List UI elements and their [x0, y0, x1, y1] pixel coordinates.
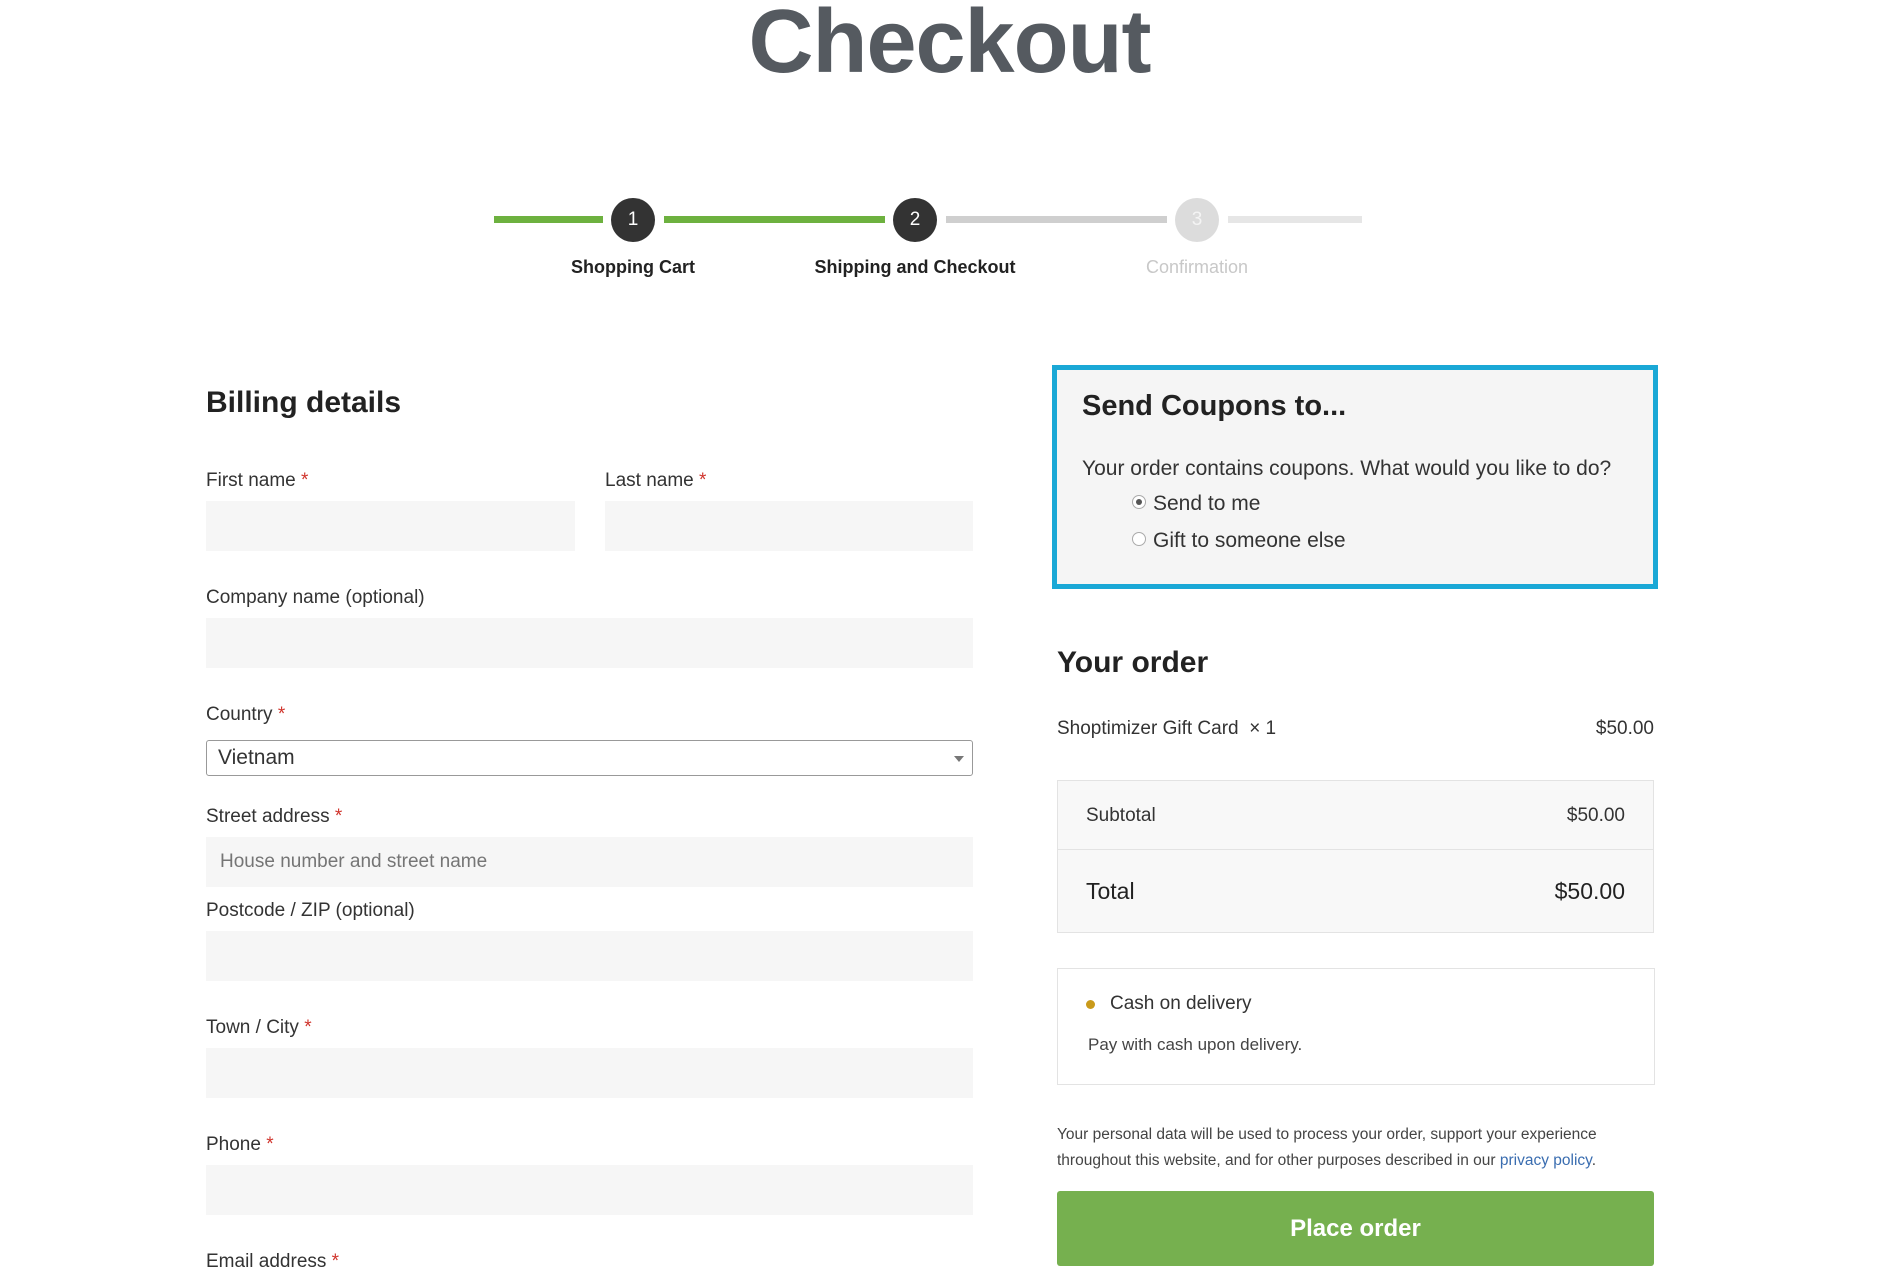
payment-methods: Cash on delivery Pay with cash upon deli… — [1057, 968, 1655, 1085]
total-value: $50.00 — [1554, 878, 1625, 904]
first-name-label: First name * — [206, 470, 309, 491]
coupons-heading: Send Coupons to... — [1082, 390, 1347, 422]
last-name-input[interactable] — [605, 501, 973, 551]
progress-line-3 — [946, 216, 1167, 223]
payment-method-label[interactable]: Cash on delivery — [1110, 993, 1252, 1015]
step-2-label: Shipping and Checkout — [814, 257, 1016, 277]
email-label: Email address * — [206, 1251, 340, 1272]
coupon-option-gift[interactable]: Gift to someone else — [1132, 529, 1346, 553]
payment-description: Pay with cash upon delivery. — [1088, 1035, 1303, 1054]
step-1-circle[interactable]: 1 — [611, 198, 655, 242]
company-label: Company name (optional) — [206, 587, 425, 608]
postcode-input[interactable] — [206, 931, 973, 981]
order-item-name: Shoptimizer Gift Card — [1057, 718, 1239, 739]
progress-line-1 — [494, 216, 603, 223]
subtotal-value: $50.00 — [1566, 805, 1625, 826]
order-item-price: $50.00 — [1595, 718, 1654, 739]
last-name-label: Last name * — [605, 470, 707, 491]
phone-input[interactable] — [206, 1165, 973, 1215]
street-label: Street address * — [206, 806, 343, 827]
coupons-question: Your order contains coupons. What would … — [1082, 457, 1612, 480]
send-coupons-box: Send Coupons to... Your order contains c… — [1052, 365, 1658, 589]
privacy-end: . — [1591, 1152, 1597, 1169]
country-select[interactable]: Vietnam — [206, 740, 973, 776]
coupon-option-send-to-me[interactable]: Send to me — [1132, 492, 1260, 516]
order-item: Shoptimizer Gift Card × 1 — [1057, 718, 1276, 740]
subtotal-label: Subtotal — [1086, 805, 1156, 826]
send-to-me-label: Send to me — [1153, 492, 1261, 515]
country-label: Country * — [206, 704, 286, 725]
city-label: Town / City * — [206, 1017, 312, 1038]
order-heading: Your order — [1057, 646, 1209, 679]
company-input[interactable] — [206, 618, 973, 668]
billing-heading: Billing details — [206, 386, 402, 419]
step-3-circle: 3 — [1175, 198, 1219, 242]
payment-radio[interactable] — [1086, 1000, 1095, 1009]
step-2-circle: 2 — [893, 198, 937, 242]
total-label: Total — [1086, 878, 1135, 904]
radio-send-to-me[interactable] — [1132, 495, 1146, 510]
place-order-button[interactable]: Place order — [1057, 1191, 1654, 1266]
city-input[interactable] — [206, 1048, 973, 1098]
radio-gift[interactable] — [1132, 532, 1146, 547]
progress-line-4 — [1228, 216, 1362, 223]
first-name-input[interactable] — [206, 501, 575, 551]
gift-label: Gift to someone else — [1153, 529, 1346, 552]
postcode-label: Postcode / ZIP (optional) — [206, 900, 415, 921]
privacy-notice: Your personal data will be used to proce… — [1057, 1122, 1657, 1174]
order-item-qty: × 1 — [1249, 718, 1277, 739]
chevron-down-icon — [954, 756, 964, 762]
step-1-label[interactable]: Shopping Cart — [513, 257, 753, 278]
progress-line-2 — [664, 216, 885, 223]
checkout-progress: 1 2 3 Shopping Cart Shipping and Checkou… — [0, 0, 1899, 300]
order-totals: Subtotal $50.00 Total $50.00 — [1057, 780, 1654, 933]
privacy-policy-link[interactable]: privacy policy — [1500, 1152, 1592, 1169]
step-3-label: Confirmation — [1145, 257, 1249, 277]
phone-label: Phone * — [206, 1134, 274, 1155]
subtotal-row: Subtotal $50.00 — [1058, 781, 1653, 850]
country-value: Vietnam — [218, 746, 295, 769]
street-input[interactable] — [206, 837, 973, 887]
